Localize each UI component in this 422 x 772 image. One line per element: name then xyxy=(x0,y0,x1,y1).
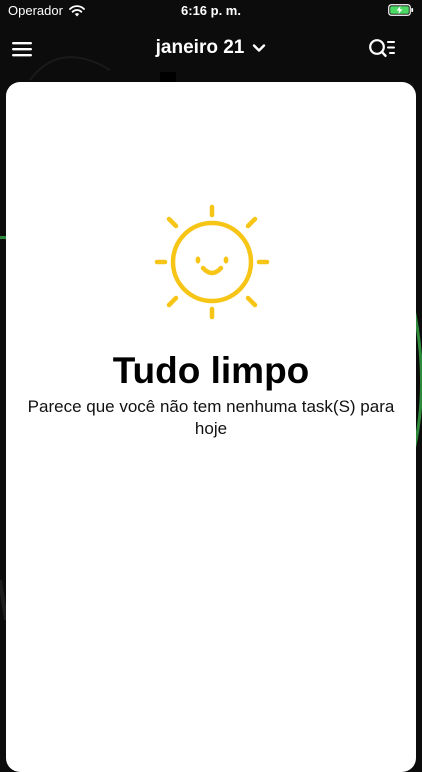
chevron-down-icon xyxy=(253,44,266,52)
navigation-bar: janeiro 21 xyxy=(0,30,422,70)
status-bar: Operador 6:16 p. m. xyxy=(0,0,422,22)
smiling-sun-icon xyxy=(154,204,270,320)
tasks-card: Tudo limpo Parece que você não tem nenhu… xyxy=(6,82,416,772)
empty-state-subtitle: Parece que você não tem nenhuma task(S) … xyxy=(27,397,395,438)
empty-state-title: Tudo limpo xyxy=(112,350,310,391)
battery-indicator xyxy=(388,4,414,19)
date-selector[interactable]: janeiro 21 xyxy=(0,37,422,59)
search-list-button[interactable] xyxy=(368,38,396,60)
status-time: 6:16 p. m. xyxy=(181,3,241,18)
search-list-icon xyxy=(369,39,395,57)
battery-charging-icon xyxy=(388,4,414,16)
date-label: janeiro 21 xyxy=(155,37,245,58)
